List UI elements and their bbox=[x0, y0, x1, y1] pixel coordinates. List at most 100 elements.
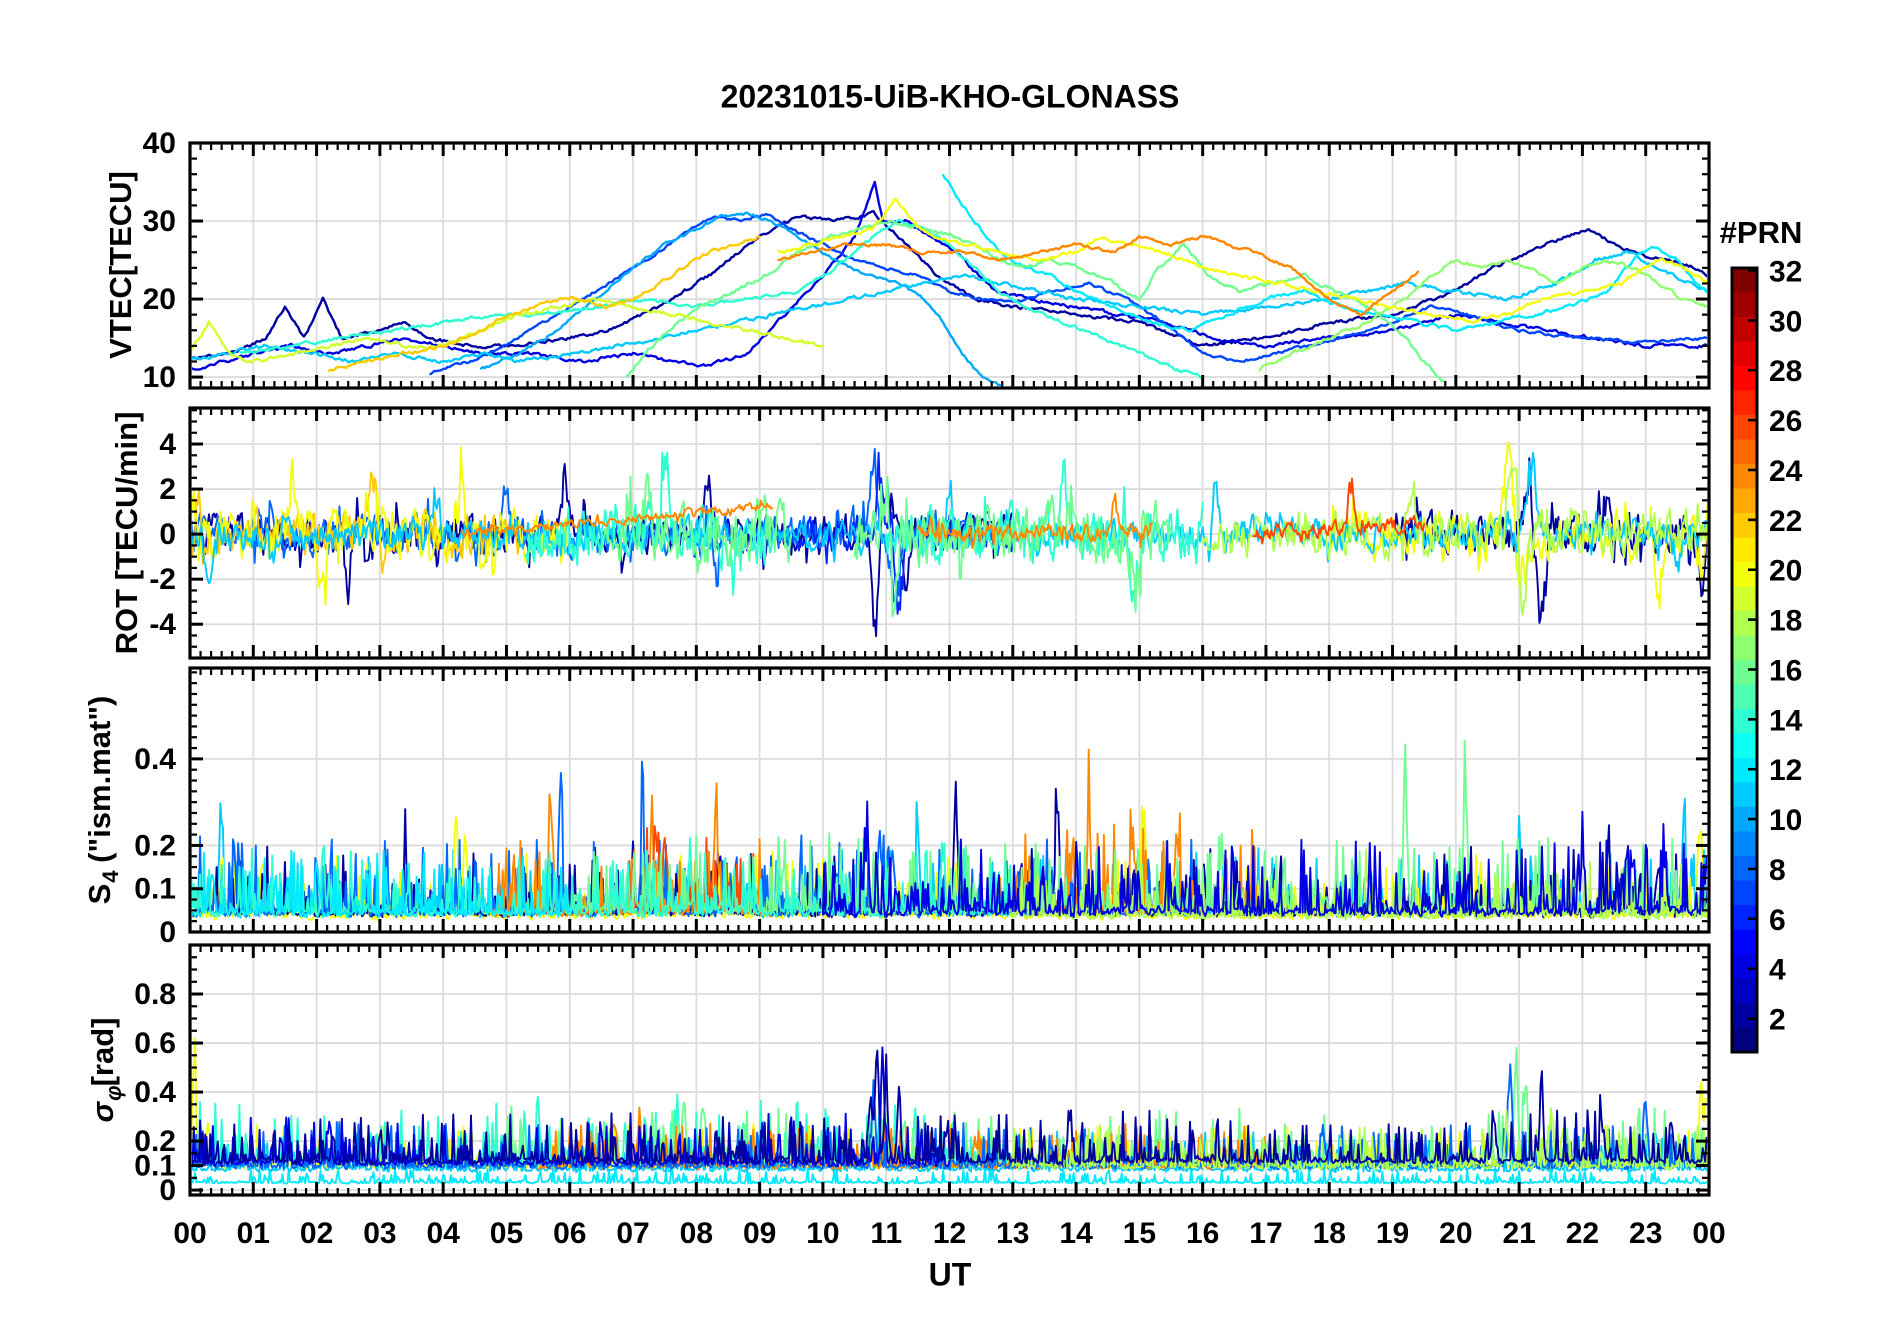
ylabel-sigma-sub: φ bbox=[101, 1085, 126, 1101]
colorbar-segment-22 bbox=[1732, 513, 1757, 539]
ytick-label-S4-0.1: 0.1 bbox=[134, 873, 176, 906]
colorbar-segment-31 bbox=[1732, 292, 1757, 318]
colorbar-segment-7 bbox=[1732, 880, 1757, 906]
xtick-label-21: 21 bbox=[1502, 1217, 1535, 1250]
figure-root: 10 20 30 40 -4 -2 0 2 4 0 0.1 0.2 0.4 0 0.1 0.2 0.4 0.6 0.… bbox=[0, 0, 1902, 1330]
colorbar-tick-label-24: 24 bbox=[1769, 455, 1803, 488]
ylabel-sigma-rest: [rad] bbox=[85, 1017, 120, 1087]
ytick-label-sigma_phi-0.2: 0.2 bbox=[134, 1125, 176, 1158]
colorbar-segment-26 bbox=[1732, 415, 1757, 441]
ylabel-s4-main: S bbox=[82, 883, 117, 905]
colorbar-segment-9 bbox=[1732, 831, 1757, 857]
colorbar-tick-label-26: 26 bbox=[1769, 405, 1802, 438]
xtick-label-10: 10 bbox=[806, 1217, 839, 1250]
colorbar-segment-21 bbox=[1732, 537, 1757, 563]
ytick-label-ROT-0: 0 bbox=[159, 518, 176, 551]
ytick-label-ROT-4: 4 bbox=[159, 428, 176, 461]
xtick-label-11: 11 bbox=[870, 1217, 902, 1250]
xtick-label-0: 00 bbox=[173, 1217, 206, 1250]
colorbar-tick-label-2: 2 bbox=[1769, 1004, 1786, 1037]
xtick-label-22: 22 bbox=[1566, 1217, 1599, 1250]
colorbar-segment-13 bbox=[1732, 733, 1757, 759]
ylabel-vtec: VTEC[TECU] bbox=[103, 171, 139, 359]
colorbar-segment-4 bbox=[1732, 954, 1757, 980]
colorbar-tick-label-10: 10 bbox=[1769, 804, 1802, 837]
xtick-label-8: 08 bbox=[680, 1217, 713, 1250]
colorbar: 32 30 28 26 24 22 20 18 16 14 12 10 8 6 4 2 bbox=[1730, 255, 1803, 1054]
series-prn-22 bbox=[328, 235, 761, 372]
panel-sigma_phi-ytick-labels: 00.10.20.40.60.8 bbox=[134, 978, 176, 1207]
ytick-label-sigma_phi-0.8: 0.8 bbox=[134, 978, 176, 1011]
colorbar-tick-label-12: 12 bbox=[1769, 754, 1802, 787]
colorbar-tick-label-30: 30 bbox=[1769, 305, 1802, 338]
xaxis-label: UT bbox=[928, 1256, 972, 1293]
colorbar-tick-label-6: 6 bbox=[1769, 904, 1786, 937]
colorbar-segment-2 bbox=[1732, 1003, 1757, 1029]
series-prn-7 bbox=[429, 212, 1707, 376]
colorbar-segment-24 bbox=[1732, 464, 1757, 490]
plot-canvas: 10203040-4-202400.10.20.400.10.20.40.60.… bbox=[134, 127, 1803, 1250]
ytick-label-sigma_phi-0.4: 0.4 bbox=[134, 1076, 176, 1109]
ytick-label-S4-0.2: 0.2 bbox=[134, 829, 176, 862]
ylabel-s4: S4 ("ism.mat") bbox=[82, 695, 123, 905]
xtick-label-13: 13 bbox=[996, 1217, 1029, 1250]
xtick-label-23: 23 bbox=[1629, 1217, 1662, 1250]
colorbar-segment-18 bbox=[1732, 611, 1757, 637]
xtick-label-19: 19 bbox=[1376, 1217, 1409, 1250]
xtick-label-17: 17 bbox=[1249, 1217, 1282, 1250]
xtick-label-18: 18 bbox=[1313, 1217, 1346, 1250]
ylabel-s4-rest: ("ism.mat") bbox=[82, 695, 117, 872]
ylabel-sigma-phi: σφ[rad] bbox=[85, 1017, 126, 1123]
xtick-labels: 00 01 02 03 04 05 06 07 08 09 10 11 12 13 14 15 16 17 18 19… bbox=[173, 1217, 1725, 1250]
series-prn-12 bbox=[942, 174, 1707, 333]
colorbar-tick-label-28: 28 bbox=[1769, 355, 1802, 388]
ytick-label-sigma_phi-0.6: 0.6 bbox=[134, 1027, 176, 1060]
xtick-label-15: 15 bbox=[1123, 1217, 1156, 1250]
xtick-label-6: 06 bbox=[553, 1217, 586, 1250]
colorbar-segment-14 bbox=[1732, 709, 1757, 735]
colorbar-segment-27 bbox=[1732, 390, 1757, 416]
ytick-label-VTEC-10: 10 bbox=[143, 361, 176, 394]
xtick-label-1: 01 bbox=[237, 1217, 270, 1250]
ylabel-rot: ROT [TECU/min] bbox=[109, 412, 145, 655]
xtick-label-5: 05 bbox=[490, 1217, 523, 1250]
ytick-label-S4-0.4: 0.4 bbox=[134, 743, 176, 776]
colorbar-tick-label-16: 16 bbox=[1769, 654, 1802, 687]
colorbar-segment-29 bbox=[1732, 341, 1757, 367]
ylabel-sigma-main: σ bbox=[85, 1101, 120, 1123]
figure-title: 20231015-UiB-KHO-GLONASS bbox=[720, 78, 1180, 115]
xtick-label-3: 03 bbox=[363, 1217, 396, 1250]
ytick-label-VTEC-40: 40 bbox=[143, 127, 176, 160]
ylabel-s4-sub: 4 bbox=[98, 870, 123, 883]
series-prn-17 bbox=[1258, 259, 1707, 372]
ytick-label-S4-0: 0 bbox=[159, 916, 176, 949]
colorbar-segment-16 bbox=[1732, 660, 1757, 686]
colorbar-tick-label-18: 18 bbox=[1769, 605, 1802, 638]
xtick-label-20: 20 bbox=[1439, 1217, 1472, 1250]
colorbar-segment-15 bbox=[1732, 684, 1757, 710]
ytick-label-ROT--2: -2 bbox=[149, 563, 176, 596]
colorbar-tick-label-32: 32 bbox=[1769, 255, 1802, 288]
ylabel-vtec-text: VTEC[TECU] bbox=[103, 171, 138, 359]
xtick-label-16: 16 bbox=[1186, 1217, 1219, 1250]
xtick-label-14: 14 bbox=[1059, 1217, 1093, 1250]
colorbar-segment-23 bbox=[1732, 488, 1757, 514]
xtick-label-24: 00 bbox=[1692, 1217, 1725, 1250]
colorbar-segment-25 bbox=[1732, 439, 1757, 465]
colorbar-tick-label-4: 4 bbox=[1769, 954, 1786, 987]
colorbar-segment-1 bbox=[1732, 1027, 1757, 1053]
colorbar-segment-17 bbox=[1732, 635, 1757, 661]
colorbar-segment-3 bbox=[1732, 978, 1757, 1004]
colorbar-tick-label-14: 14 bbox=[1769, 704, 1803, 737]
xtick-label-12: 12 bbox=[933, 1217, 966, 1250]
ylabel-rot-text: ROT [TECU/min] bbox=[109, 411, 144, 655]
ytick-label-ROT--4: -4 bbox=[149, 608, 176, 641]
colorbar-segment-12 bbox=[1732, 758, 1757, 784]
colorbar-tick-label-20: 20 bbox=[1769, 555, 1802, 588]
colorbar-segment-19 bbox=[1732, 586, 1757, 612]
colorbar-tick-label-22: 22 bbox=[1769, 505, 1802, 538]
panel-S4-ytick-labels: 0 0.1 0.2 0.4 bbox=[134, 743, 176, 949]
ytick-label-VTEC-20: 20 bbox=[143, 283, 176, 316]
panel-ROT-ytick-labels: -4 -2 0 2 4 bbox=[149, 428, 176, 641]
colorbar-segment-20 bbox=[1732, 562, 1757, 588]
